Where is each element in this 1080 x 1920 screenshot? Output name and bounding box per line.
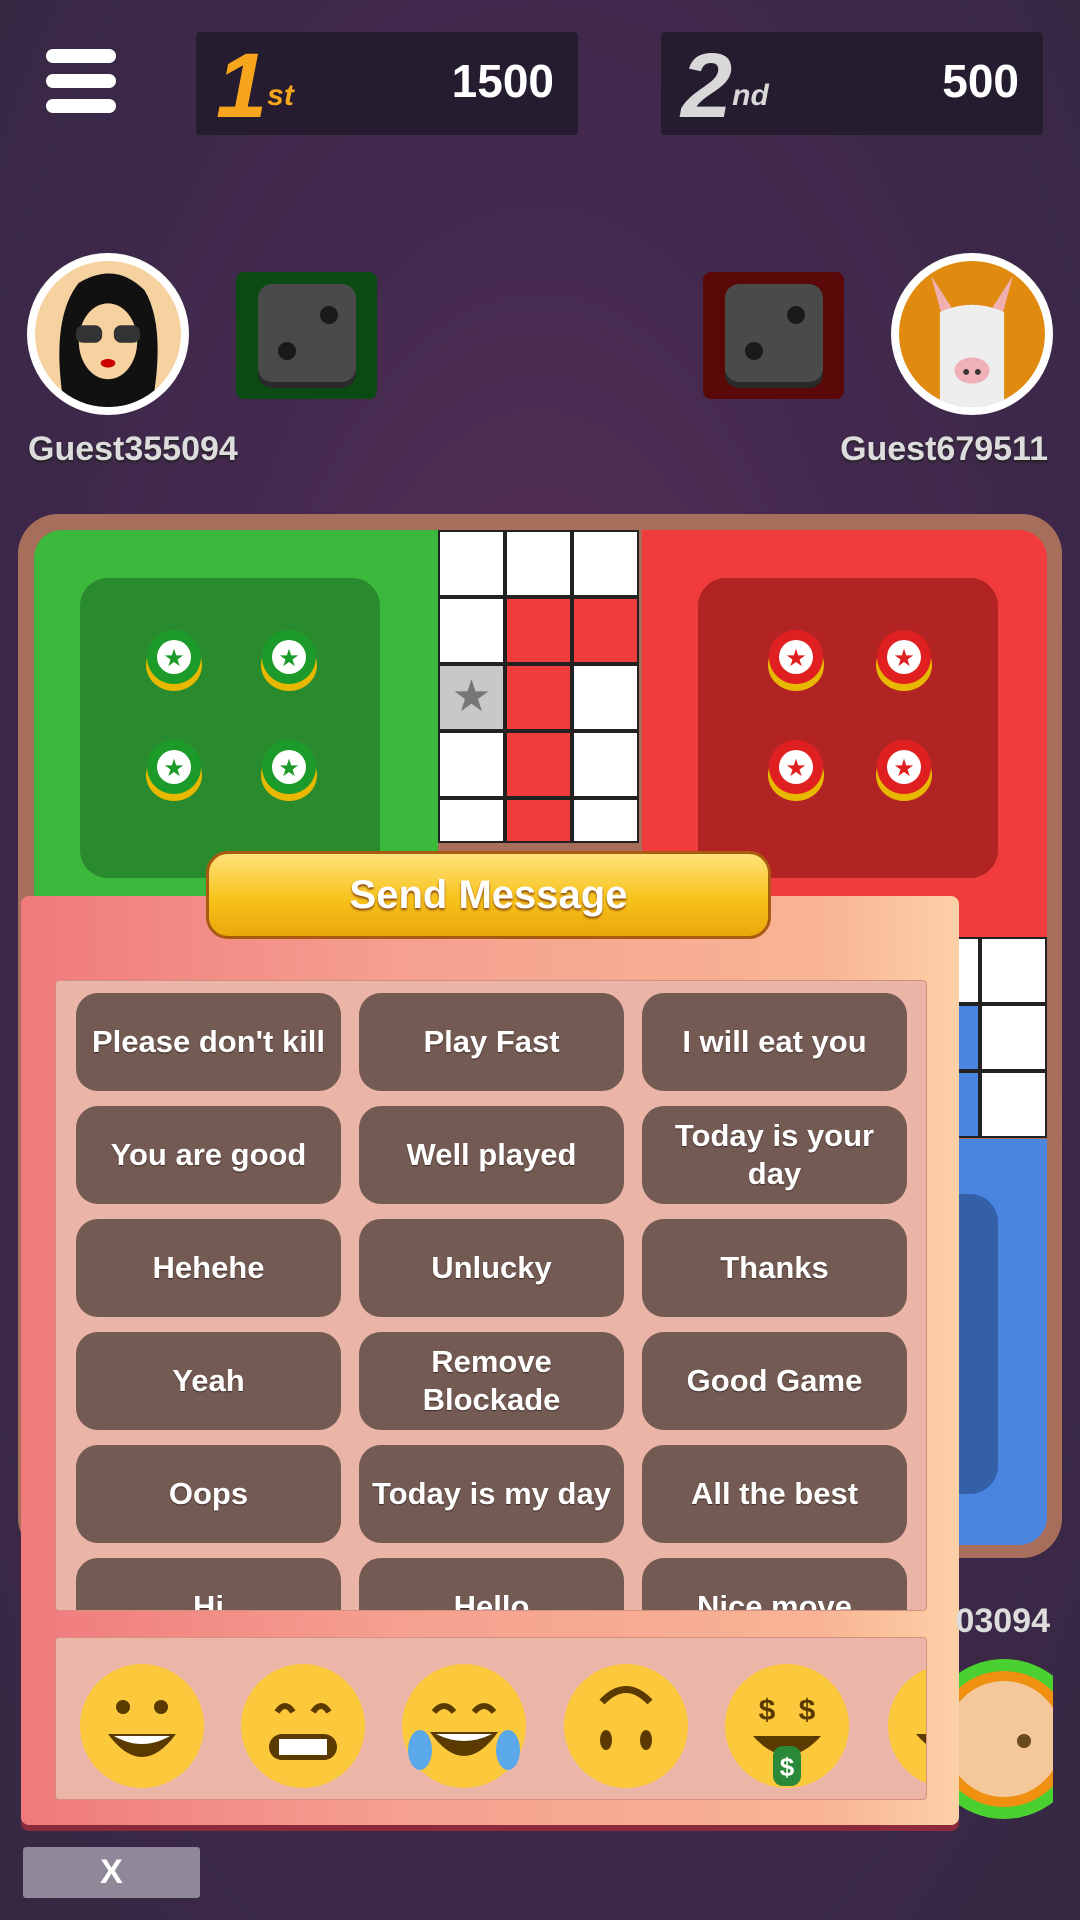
board-cell xyxy=(438,798,505,843)
star-icon: ★ xyxy=(451,672,492,721)
message-button[interactable]: Please don't kill xyxy=(76,993,341,1091)
board-cell xyxy=(572,530,639,597)
message-button[interactable]: Oops xyxy=(76,1445,341,1543)
red-yard xyxy=(698,578,998,878)
player-left-dice[interactable] xyxy=(236,272,377,399)
partial-face-icon[interactable] xyxy=(886,1662,927,1790)
svg-text:$: $ xyxy=(780,1752,795,1782)
svg-text:★: ★ xyxy=(278,755,300,782)
board-cell xyxy=(505,664,572,731)
tears-of-joy-face-icon[interactable] xyxy=(400,1662,528,1790)
player-left-avatar[interactable] xyxy=(27,253,189,415)
message-button[interactable]: Play Fast xyxy=(359,993,624,1091)
rank-first: 1st xyxy=(216,35,294,137)
points-first: 1500 xyxy=(451,55,554,107)
safe-star-cell: ★ xyxy=(438,664,505,731)
player-right-name: Guest679511 xyxy=(840,430,1048,468)
message-button[interactable]: Today is my day xyxy=(359,1445,624,1543)
green-token[interactable]: ★ xyxy=(259,739,319,803)
svg-text:$: $ xyxy=(799,1694,816,1727)
player-bottom-name: 03094 xyxy=(955,1602,1050,1640)
svg-text:★: ★ xyxy=(893,755,915,782)
board-cell xyxy=(505,798,572,843)
score-second: 2nd 500 xyxy=(661,32,1043,137)
close-button[interactable]: X xyxy=(23,1847,200,1898)
message-button[interactable]: Unlucky xyxy=(359,1219,624,1317)
board-cell xyxy=(438,731,505,798)
emoji-bar[interactable]: $ $ $ xyxy=(55,1637,927,1800)
green-token[interactable]: ★ xyxy=(144,629,204,693)
message-button[interactable]: Hello xyxy=(359,1558,624,1610)
message-list[interactable]: Please don't kill Play Fast I will eat you… xyxy=(55,980,927,1611)
hamburger-menu-icon[interactable] xyxy=(46,49,116,113)
board-cell xyxy=(438,530,505,597)
player-bottom-avatar[interactable] xyxy=(959,1659,1053,1819)
svg-text:★: ★ xyxy=(785,755,807,782)
dialog-title: Send Message xyxy=(206,851,771,939)
svg-text:$: $ xyxy=(759,1694,776,1727)
red-token[interactable]: ★ xyxy=(766,739,826,803)
message-button[interactable]: Thanks xyxy=(642,1219,907,1317)
board-cell xyxy=(505,731,572,798)
player-right-avatar[interactable] xyxy=(891,253,1053,415)
dice-icon xyxy=(258,284,356,382)
svg-text:★: ★ xyxy=(163,645,185,672)
board-cell xyxy=(505,597,572,664)
message-button[interactable]: Yeah xyxy=(76,1332,341,1430)
board-cell xyxy=(980,1004,1047,1071)
message-button[interactable]: Nice move xyxy=(642,1558,907,1610)
svg-text:★: ★ xyxy=(278,645,300,672)
board-cell xyxy=(980,1071,1047,1138)
grinning-squinting-face-icon[interactable] xyxy=(239,1662,367,1790)
board-cell xyxy=(505,530,572,597)
score-first: 1st 1500 xyxy=(196,32,578,137)
message-button[interactable]: Hi xyxy=(76,1558,341,1610)
red-token[interactable]: ★ xyxy=(766,629,826,693)
rank-second: 2nd xyxy=(681,35,769,137)
message-button[interactable]: Well played xyxy=(359,1106,624,1204)
player-right-dice[interactable] xyxy=(703,272,844,399)
message-button[interactable]: Today is your day xyxy=(642,1106,907,1204)
grinning-face-icon[interactable] xyxy=(78,1662,206,1790)
points-second: 500 xyxy=(942,55,1019,107)
board-cell xyxy=(572,798,639,843)
svg-text:★: ★ xyxy=(163,755,185,782)
message-button[interactable]: I will eat you xyxy=(642,993,907,1091)
upside-down-face-icon[interactable] xyxy=(562,1662,690,1790)
svg-text:★: ★ xyxy=(785,645,807,672)
green-yard xyxy=(80,578,380,878)
green-token[interactable]: ★ xyxy=(144,739,204,803)
board-cell xyxy=(572,597,639,664)
board-cell xyxy=(572,731,639,798)
message-button[interactable]: You are good xyxy=(76,1106,341,1204)
dice-icon xyxy=(725,284,823,382)
message-button[interactable]: All the best xyxy=(642,1445,907,1543)
message-button[interactable]: Remove Blockade xyxy=(359,1332,624,1430)
board-cell xyxy=(572,664,639,731)
green-token[interactable]: ★ xyxy=(259,629,319,693)
money-mouth-face-icon[interactable]: $ $$ xyxy=(723,1662,851,1790)
red-token[interactable]: ★ xyxy=(874,629,934,693)
message-button[interactable]: Hehehe xyxy=(76,1219,341,1317)
player-left-name: Guest355094 xyxy=(28,430,238,468)
message-button[interactable]: Good Game xyxy=(642,1332,907,1430)
board-cell xyxy=(980,937,1047,1004)
board-cell xyxy=(438,597,505,664)
svg-text:★: ★ xyxy=(893,645,915,672)
red-token[interactable]: ★ xyxy=(874,739,934,803)
